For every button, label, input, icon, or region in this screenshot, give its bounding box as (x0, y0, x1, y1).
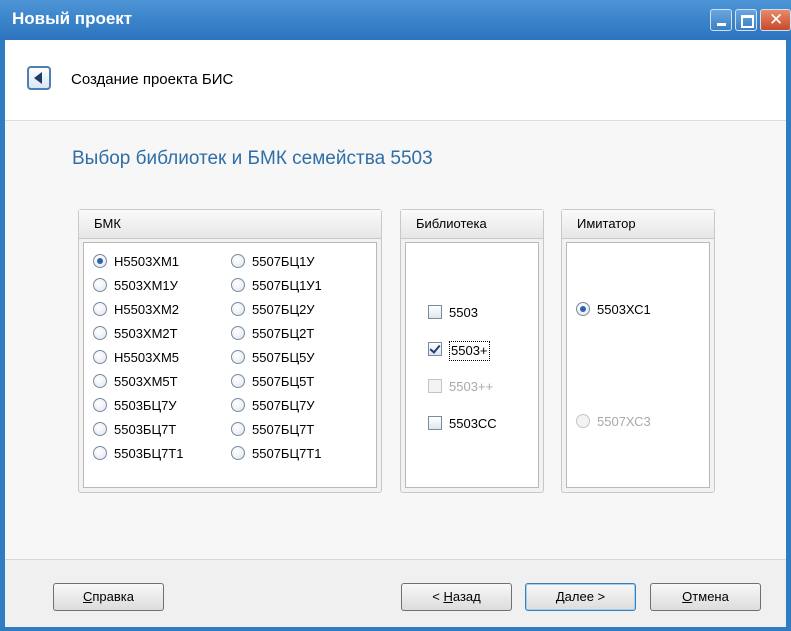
header-title: Создание проекта БИС (71, 71, 234, 88)
cancel-button[interactable]: Отмена (650, 583, 761, 611)
main-panel: Выбор библиотек и БМК семейства 5503 БМК… (5, 121, 786, 559)
bmk-group: БМК Н5503ХМ1 5503ХМ1У Н5503ХМ2 5503ХМ2Т … (78, 209, 382, 493)
wizard-header: Создание проекта БИС (5, 40, 786, 121)
title-bar: Новый проект ✕ (0, 0, 791, 40)
radio-icon (93, 398, 107, 412)
radio-icon (93, 302, 107, 316)
radio-icon (93, 446, 107, 460)
library-group: Библиотека 5503 5503+ 5503++ 5503СС (400, 209, 544, 493)
bmk-group-header: БМК (79, 210, 381, 239)
radio-icon (93, 422, 107, 436)
radio-selected-icon (93, 254, 107, 268)
radio-disabled-icon (576, 414, 590, 428)
radio-icon (93, 326, 107, 340)
library-group-body: 5503 5503+ 5503++ 5503СС (405, 242, 539, 488)
help-button[interactable]: Справка (53, 583, 164, 611)
radio-selected-icon (576, 302, 590, 316)
checkbox-disabled-icon (428, 379, 442, 393)
radio-icon (231, 278, 245, 292)
checkbox-icon (428, 416, 442, 430)
window-title: Новый проект (12, 9, 133, 28)
radio-icon (93, 278, 107, 292)
checkbox-icon (428, 305, 442, 319)
bmk-group-body: Н5503ХМ1 5503ХМ1У Н5503ХМ2 5503ХМ2Т Н550… (83, 242, 377, 488)
radio-icon (93, 374, 107, 388)
radio-icon (231, 350, 245, 364)
minimize-icon[interactable] (710, 9, 732, 31)
maximize-icon[interactable] (735, 9, 757, 31)
simulator-group-header: Имитатор (562, 210, 714, 239)
next-button[interactable]: Далее > (525, 583, 636, 611)
page-title: Выбор библиотек и БМК семейства 5503 (72, 148, 433, 169)
radio-icon (231, 302, 245, 316)
radio-icon (231, 398, 245, 412)
radio-icon (93, 350, 107, 364)
radio-icon (231, 446, 245, 460)
back-arrow-icon[interactable] (27, 66, 51, 90)
checkbox-checked-icon (428, 342, 442, 356)
radio-icon (231, 374, 245, 388)
simulator-group-body: 5503ХС1 5507ХС3 (566, 242, 710, 488)
radio-icon (231, 254, 245, 268)
library-group-header: Библиотека (401, 210, 543, 239)
simulator-group: Имитатор 5503ХС1 5507ХС3 (561, 209, 715, 493)
button-bar: Справка < Назад Далее > Отмена (5, 559, 786, 627)
back-button[interactable]: < Назад (401, 583, 512, 611)
radio-icon (231, 326, 245, 340)
radio-icon (231, 422, 245, 436)
close-icon[interactable]: ✕ (760, 9, 791, 31)
